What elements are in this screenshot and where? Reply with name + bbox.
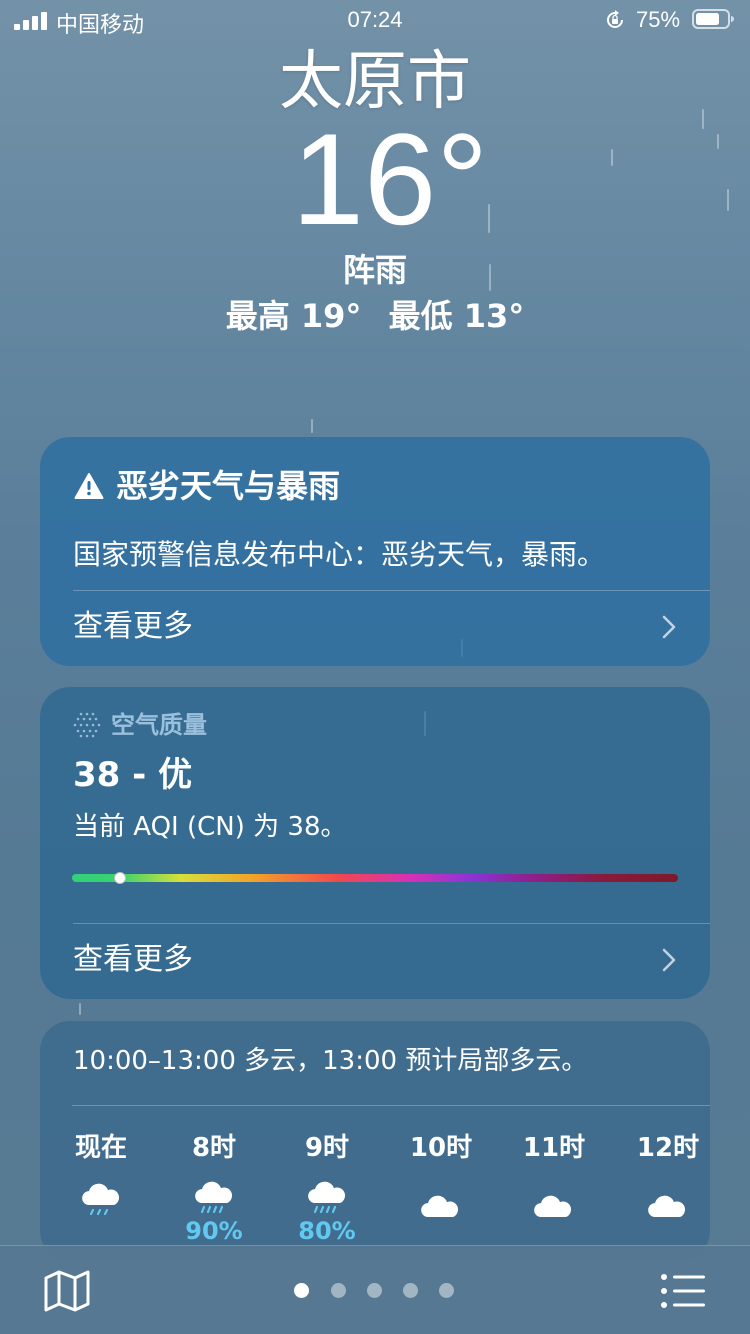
alert-title: 恶劣天气与暴雨	[116, 467, 341, 505]
aqi-see-more-button[interactable]: 查看更多	[40, 924, 710, 996]
air-quality-dots-icon	[73, 712, 101, 738]
air-quality-card[interactable]: 空气质量 38 - 优 当前 AQI (CN) 为 38。 查看更多	[40, 687, 710, 999]
hourly-summary: 10:00–13:00 多云，13:00 预计局部多云。	[73, 1046, 588, 1076]
precipitation-chance: 80%	[298, 1217, 356, 1245]
high-temperature: 最高 19°	[225, 297, 362, 335]
aqi-description: 当前 AQI (CN) 为 38。	[73, 812, 347, 842]
divider	[72, 1105, 710, 1106]
rotation-lock-icon	[607, 10, 623, 28]
precipitation-chance: 90%	[185, 1217, 243, 1245]
hour-label: 10时	[409, 1133, 473, 1163]
cloud-rain-icon	[82, 1183, 120, 1216]
cloud-icon	[534, 1195, 572, 1217]
battery-icon	[692, 9, 734, 29]
hourly-forecast-card[interactable]: 10:00–13:00 多云，13:00 预计局部多云。 现在 8时 90% 9…	[40, 1021, 710, 1261]
hour-label: 11时	[522, 1133, 586, 1163]
bottom-toolbar	[0, 1245, 750, 1334]
hour-label: 现在	[74, 1133, 127, 1163]
alert-see-more-button[interactable]: 查看更多	[40, 591, 710, 663]
air-quality-title: 空气质量	[111, 711, 207, 739]
hour-item: 8时 90%	[159, 1131, 269, 1243]
hour-item: 现在	[46, 1131, 156, 1219]
cloud-heavy-rain-icon	[195, 1181, 233, 1214]
alert-title-row: 恶劣天气与暴雨	[74, 465, 340, 507]
see-more-label: 查看更多	[73, 609, 193, 644]
hour-item: 12时	[613, 1131, 710, 1219]
current-temperature: 16°	[291, 106, 489, 252]
battery-percentage: 75%	[636, 7, 681, 32]
page-dot[interactable]	[367, 1283, 382, 1298]
aqi-value: 38 - 优	[73, 755, 193, 795]
aqi-scale-bar	[72, 872, 678, 884]
page-indicator[interactable]	[294, 1283, 464, 1299]
severe-weather-alert-card[interactable]: 恶劣天气与暴雨 国家预警信息发布中心：恶劣天气，暴雨。 查看更多	[40, 437, 710, 666]
high-low-temperature: 最高 19° 最低 13°	[0, 294, 750, 338]
see-more-label: 查看更多	[73, 942, 193, 977]
hour-label: 12时	[636, 1133, 700, 1163]
hour-item: 10时	[386, 1131, 496, 1219]
hour-item: 11时	[499, 1131, 609, 1219]
map-icon[interactable]	[44, 1270, 90, 1312]
hour-item: 9时 80%	[272, 1131, 382, 1243]
page-dot[interactable]	[403, 1283, 418, 1298]
hour-label: 9时	[304, 1133, 350, 1163]
aqi-marker	[114, 872, 127, 884]
cloud-heavy-rain-icon	[308, 1181, 346, 1214]
chevron-right-icon	[662, 615, 676, 639]
warning-triangle-icon	[74, 473, 104, 499]
low-temperature: 最低 13°	[388, 297, 525, 335]
page-dot[interactable]	[331, 1283, 346, 1298]
air-quality-header: 空气质量	[73, 709, 207, 741]
alert-text: 国家预警信息发布中心：恶劣天气，暴雨。	[73, 538, 606, 571]
cloud-icon	[648, 1195, 686, 1217]
hour-label: 8时	[191, 1133, 237, 1163]
list-icon[interactable]	[660, 1273, 706, 1309]
chevron-right-icon	[662, 948, 676, 972]
status-bar: 中国移动 07:24 75%	[0, 0, 750, 40]
page-dot[interactable]	[439, 1283, 454, 1298]
weather-condition: 阵雨	[342, 251, 407, 289]
page-dot-current[interactable]	[294, 1283, 309, 1298]
cloud-icon	[421, 1195, 459, 1217]
